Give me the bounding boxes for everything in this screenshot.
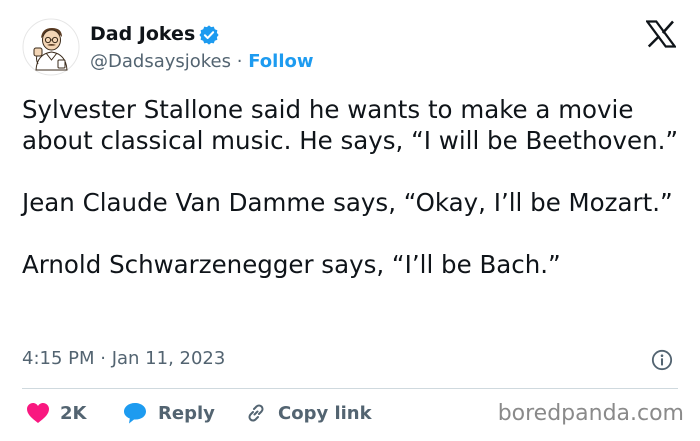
follow-button[interactable]: Follow bbox=[248, 51, 313, 72]
tweet-timestamp[interactable]: 4:15 PM · Jan 11, 2023 bbox=[22, 347, 225, 371]
like-count: 2K bbox=[60, 402, 87, 424]
reply-label: Reply bbox=[158, 402, 215, 424]
copy-link-label: Copy link bbox=[278, 402, 372, 424]
like-button[interactable]: 2K bbox=[26, 398, 86, 428]
info-icon[interactable] bbox=[651, 349, 673, 371]
handle-separator: · bbox=[236, 51, 243, 72]
author-name[interactable]: Dad Jokes bbox=[90, 22, 195, 46]
tweet-paragraph-1: Sylvester Stallone said he wants to make… bbox=[22, 95, 679, 155]
dad-cartoon-avatar-icon bbox=[22, 18, 80, 76]
tweet-header: Dad Jokes @Dadsaysjokes · Follow bbox=[22, 16, 678, 80]
boredpanda-watermark: boredpanda.com bbox=[497, 401, 684, 426]
tweet-paragraph-2: Jean Claude Van Damme says, “Okay, I’ll … bbox=[22, 188, 673, 217]
copy-link-button[interactable]: Copy link bbox=[244, 398, 372, 428]
x-logo-icon[interactable] bbox=[646, 20, 676, 48]
author-handle[interactable]: @Dadsaysjokes bbox=[90, 51, 231, 72]
heart-icon bbox=[27, 403, 49, 423]
verified-badge-icon bbox=[199, 25, 219, 45]
reply-button[interactable]: Reply bbox=[122, 398, 215, 428]
tweet-paragraph-3: Arnold Schwarzenegger says, “I’ll be Bac… bbox=[22, 250, 561, 279]
divider bbox=[22, 388, 678, 389]
tweet-actions: 2K Reply Copy link bbox=[22, 398, 502, 428]
avatar[interactable] bbox=[22, 18, 80, 76]
tweet-body: Sylvester Stallone said he wants to make… bbox=[22, 94, 682, 280]
handle-row: @Dadsaysjokes · Follow bbox=[90, 50, 314, 74]
reply-bubble-icon bbox=[124, 403, 146, 424]
link-icon bbox=[248, 404, 264, 422]
